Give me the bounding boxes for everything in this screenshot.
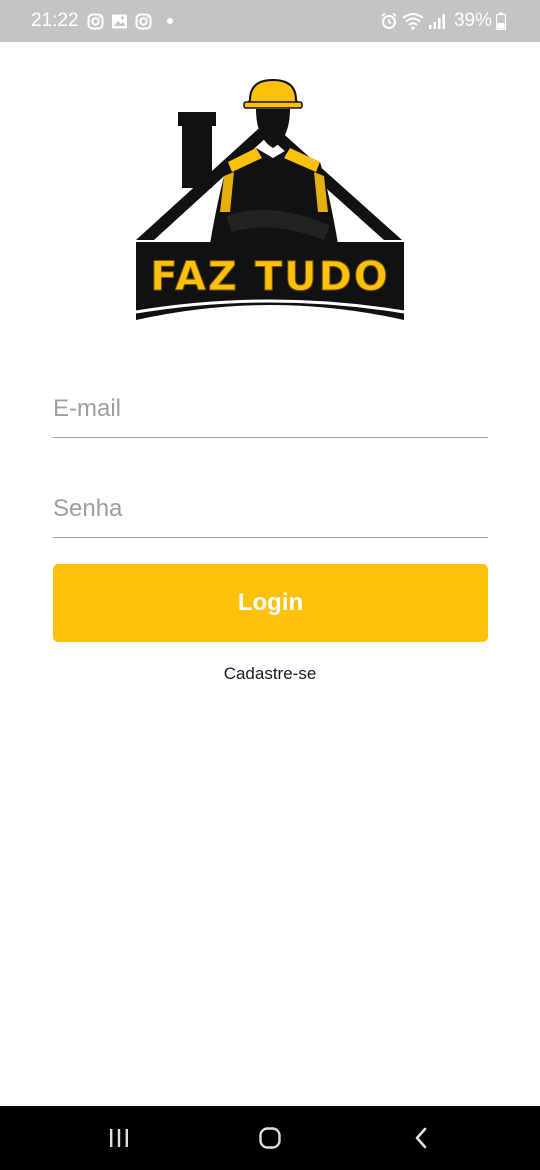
logo-graphic: FAZ TUDO (135, 78, 405, 320)
signal-icon (428, 12, 446, 30)
status-right: 39% (380, 0, 510, 42)
instagram-icon (135, 12, 153, 30)
back-icon (415, 1127, 427, 1149)
status-left: 21:22 (31, 0, 173, 42)
signup-link[interactable]: Cadastre-se (0, 664, 540, 684)
notification-dot-icon (166, 18, 173, 24)
home-button[interactable] (230, 1106, 310, 1170)
login-button[interactable]: Login (53, 564, 488, 642)
navigation-bar (0, 1106, 540, 1170)
back-button[interactable] (381, 1106, 461, 1170)
home-icon (259, 1127, 281, 1149)
battery-icon (496, 12, 506, 30)
password-field[interactable] (53, 482, 488, 536)
logo-text: FAZ TUDO (150, 254, 390, 300)
status-time: 21:22 (31, 10, 79, 31)
email-field[interactable] (53, 382, 488, 436)
alarm-icon (380, 12, 398, 30)
status-bar: 21:22 39% (0, 0, 540, 42)
wifi-icon (402, 12, 424, 30)
recent-apps-icon (110, 1129, 128, 1147)
password-field-container (53, 482, 488, 538)
instagram-icon (87, 12, 105, 30)
faz-tudo-logo: FAZ TUDO (134, 76, 406, 320)
gallery-icon (111, 12, 129, 30)
recent-apps-button[interactable] (79, 1106, 159, 1170)
email-field-container (53, 382, 488, 438)
battery-level: 39% (453, 10, 492, 31)
